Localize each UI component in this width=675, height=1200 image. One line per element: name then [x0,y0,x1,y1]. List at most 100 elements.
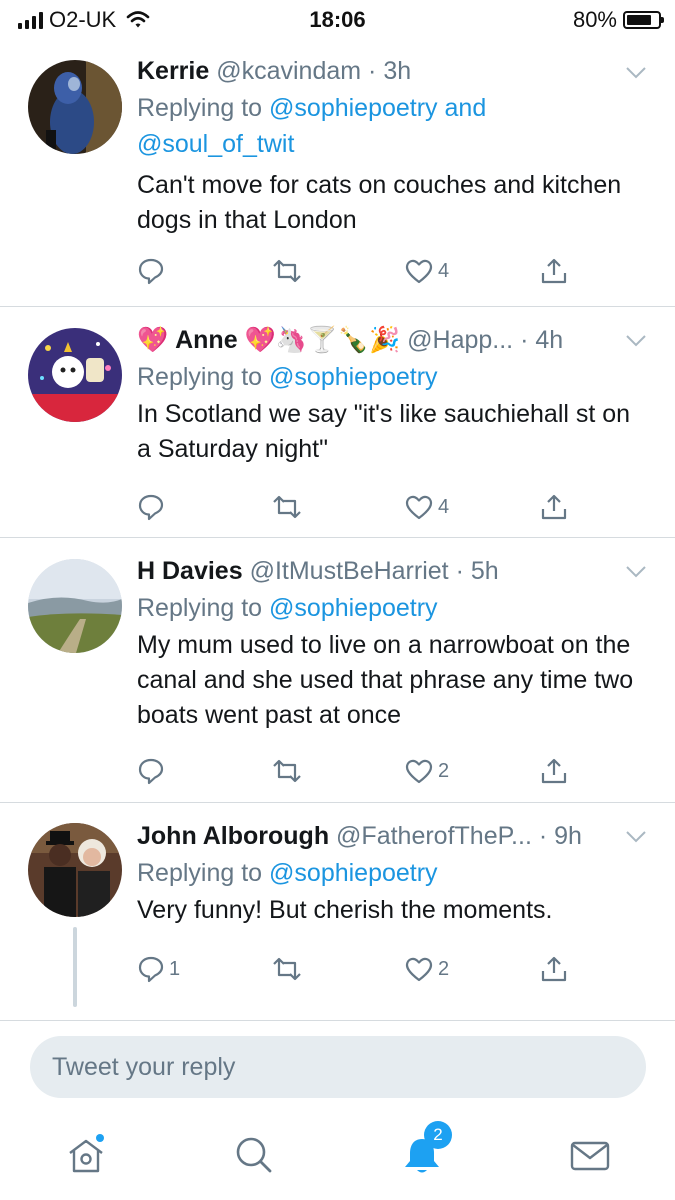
avatar[interactable] [28,559,122,653]
retweet-icon [273,259,301,283]
retweet-button[interactable] [270,251,304,291]
retweet-icon [273,759,301,783]
tweet-header: H Davies @ItMustBeHarriet · 5h [137,556,649,586]
reply-icon [138,956,164,983]
thread-line [73,927,77,1007]
tweet-time: · 5h [455,557,499,585]
tweet-text: In Scotland we say "it's like sauchiehal… [137,400,631,463]
tweet-reply[interactable]: 💖 Anne 💖🦄🍸🍾🎉 @Happ... · 4h Replying to @… [0,307,675,538]
replying-prefix: Replying to [137,94,270,122]
user-handle[interactable]: @ItMustBeHarriet [250,557,449,585]
reply-input[interactable]: Tweet your reply [30,1036,646,1098]
share-icon [541,758,567,784]
mention-link[interactable]: @sophiepoetry [269,594,438,622]
mention-link[interactable]: @sophiepoetry [269,94,438,122]
tweet-time: · 9h [538,822,582,850]
name-emoji: 💖🦄🍸🍾🎉 [244,326,401,354]
reply-button[interactable]: 1 [137,949,180,989]
display-name[interactable]: Anne [175,326,238,354]
like-button[interactable]: 4 [404,251,449,291]
share-icon [541,258,567,284]
tweet-reply[interactable]: John Alborough @FatherofTheP... · 9h Rep… [0,803,675,1021]
reply-icon [138,758,164,785]
battery-fill [627,15,651,25]
like-button[interactable]: 2 [404,949,449,989]
tab-home[interactable] [64,1133,108,1177]
display-name[interactable]: John Alborough [137,822,329,850]
tab-bar: 2 [0,1115,675,1200]
notifications-badge: 2 [424,1121,452,1149]
avatar[interactable] [28,823,122,917]
tweet-text: Can't move for cats on couches and kitch… [137,171,622,234]
avatar[interactable] [28,60,122,154]
display-name[interactable]: Kerrie [137,57,209,85]
reply-input-placeholder: Tweet your reply [52,1053,236,1081]
heart-icon [405,495,433,520]
tweet-text: My mum used to live on a narrowboat on t… [137,631,634,729]
tab-notifications[interactable]: 2 [400,1121,452,1177]
heart-icon [405,957,433,982]
share-button[interactable] [540,251,568,291]
share-icon [541,956,567,982]
tweet-text: Very funny! But cherish the moments. [137,896,553,924]
share-button[interactable] [540,487,568,527]
replying-and: and [437,94,487,122]
tweet-header: 💖 Anne 💖🦄🍸🍾🎉 @Happ... · 4h [137,325,649,355]
mention-link[interactable]: @soul_of_twit [137,130,294,158]
home-icon [69,1134,104,1173]
reply-button[interactable] [137,487,169,527]
like-count: 4 [438,259,450,282]
share-button[interactable] [540,751,568,791]
like-button[interactable]: 4 [404,487,449,527]
tweet-reply[interactable]: H Davies @ItMustBeHarriet · 5h Replying … [0,538,675,803]
replying-to: Replying to @sophiepoetry [137,590,649,626]
display-name[interactable]: H Davies [137,557,243,585]
tweet-time: · 4h [520,326,564,354]
retweet-button[interactable] [270,751,304,791]
tweet-reply[interactable]: Kerrie @kcavindam · 3h Replying to @soph… [0,40,675,307]
replying-prefix: Replying to [137,363,270,391]
like-button[interactable]: 2 [404,751,449,791]
status-right: 80% [572,7,664,33]
battery-percent: 80% [572,7,617,32]
chevron-down-icon[interactable] [625,334,647,348]
retweet-button[interactable] [270,949,304,989]
like-count: 2 [438,957,450,980]
chevron-down-icon[interactable] [625,565,647,579]
like-count: 2 [438,759,450,782]
battery-icon [623,11,664,29]
reply-icon [138,494,164,521]
retweet-icon [273,495,301,519]
user-handle[interactable]: @FatherofTheP... [336,822,532,850]
like-count: 4 [438,495,450,518]
user-handle[interactable]: @kcavindam [216,57,361,85]
messages-icon [570,1141,610,1171]
tab-search[interactable] [232,1133,276,1177]
tweet-actions: 2 [137,751,577,791]
reply-count: 1 [169,957,181,980]
retweet-icon [273,957,301,981]
mention-link[interactable]: @sophiepoetry [269,859,438,887]
chevron-down-icon[interactable] [625,830,647,844]
status-bar: O2-UK 18:06 80% [0,0,675,40]
reply-button[interactable] [137,251,169,291]
mention-link[interactable]: @sophiepoetry [269,363,438,391]
user-handle[interactable]: @Happ... [407,326,513,354]
search-icon [236,1137,272,1173]
share-button[interactable] [540,949,568,989]
reply-button[interactable] [137,751,169,791]
tab-messages[interactable] [568,1133,612,1177]
retweet-button[interactable] [270,487,304,527]
replying-to: Replying to @sophiepoetry [137,359,649,395]
heart-icon [405,759,433,784]
tweet-time: · 3h [368,57,412,85]
tweet-actions: 1 2 [137,949,577,989]
replying-prefix: Replying to [137,859,270,887]
heart-icon [405,259,433,284]
avatar[interactable] [28,328,122,422]
reply-icon [138,258,164,285]
replying-prefix: Replying to [137,594,270,622]
tweet-header: Kerrie @kcavindam · 3h [137,56,649,86]
chevron-down-icon[interactable] [625,66,647,80]
replying-to: Replying to @sophiepoetry and @soul_of_t… [137,90,649,162]
